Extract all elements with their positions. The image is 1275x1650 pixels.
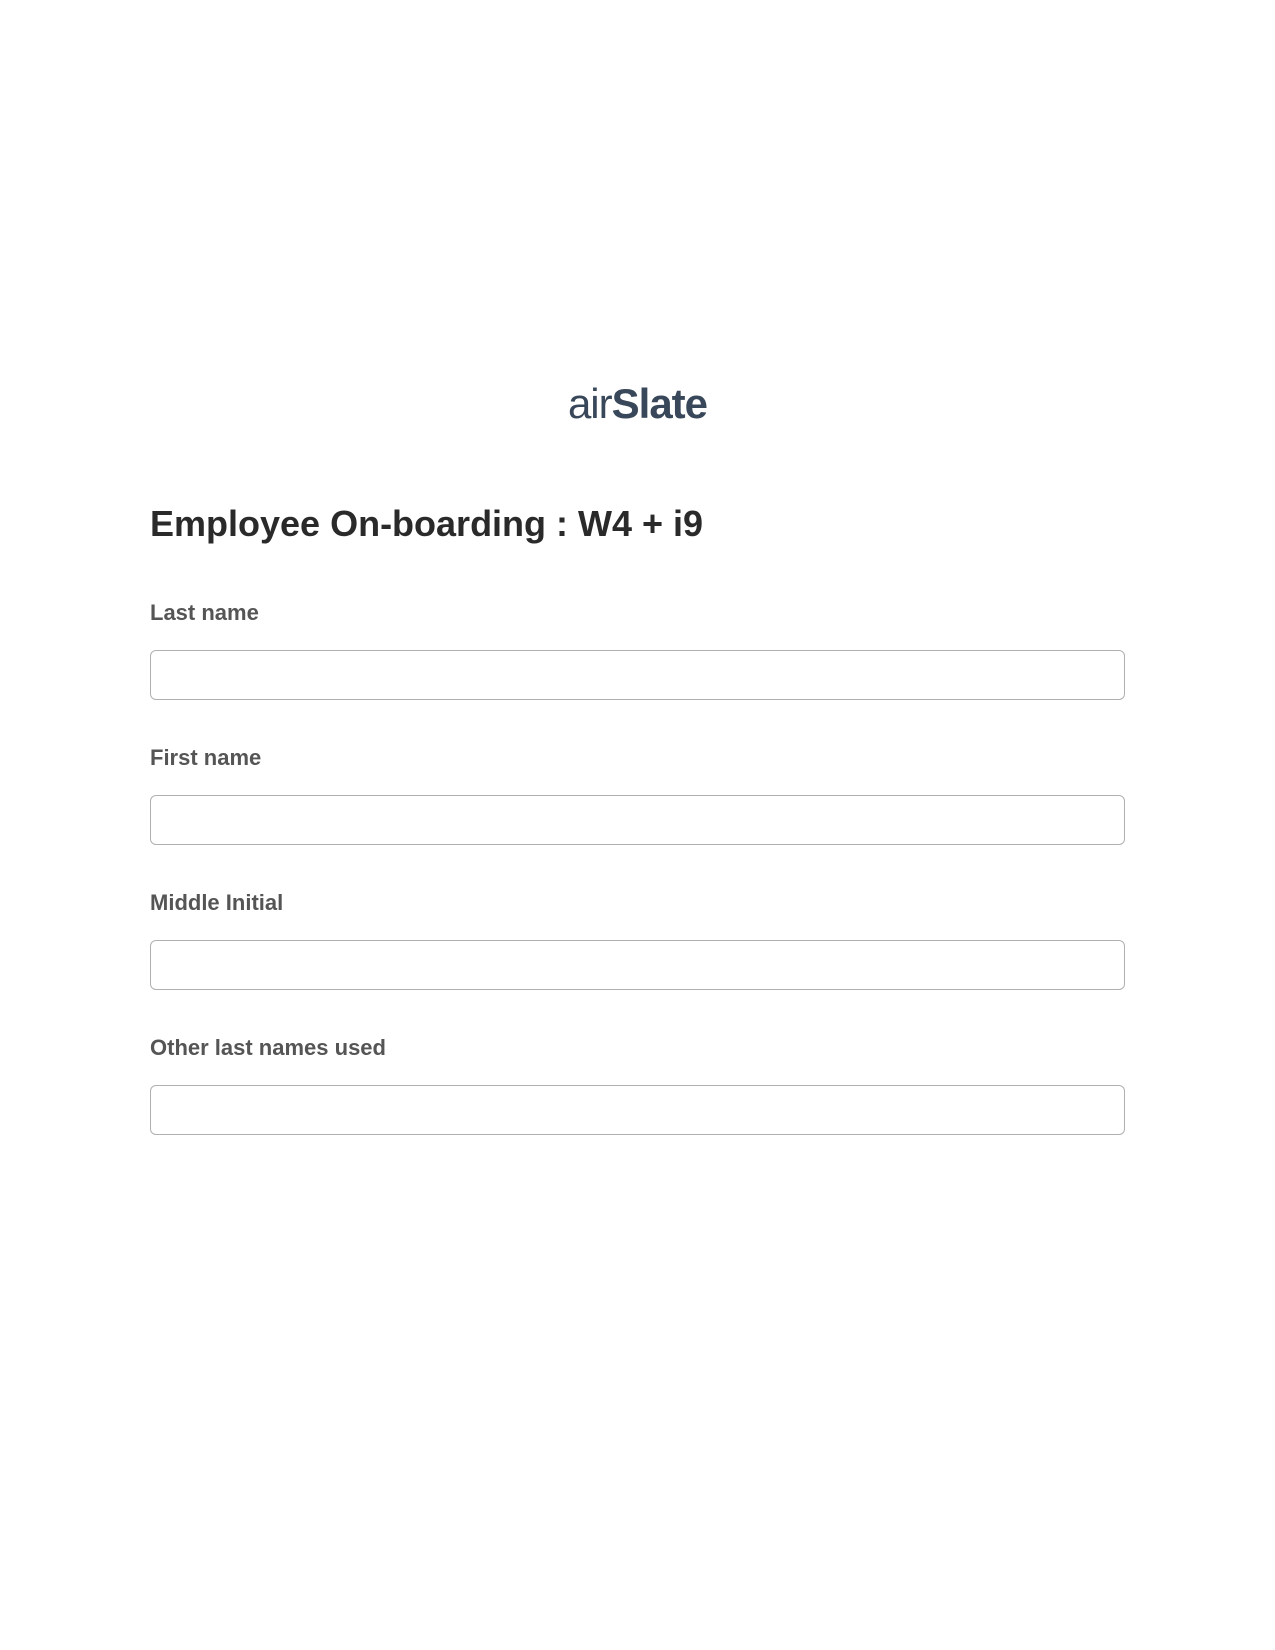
label-last-name: Last name [150, 600, 1125, 626]
form-group-first-name: First name [150, 745, 1125, 845]
logo-air-text: air [568, 380, 612, 427]
logo-slate-text: Slate [612, 380, 707, 427]
label-middle-initial: Middle Initial [150, 890, 1125, 916]
logo: airSlate [150, 380, 1125, 428]
label-first-name: First name [150, 745, 1125, 771]
form-title: Employee On-boarding : W4 + i9 [150, 503, 1125, 545]
form-group-middle-initial: Middle Initial [150, 890, 1125, 990]
input-other-last-names[interactable] [150, 1085, 1125, 1135]
form-group-other-last-names: Other last names used [150, 1035, 1125, 1135]
form-group-last-name: Last name [150, 600, 1125, 700]
input-last-name[interactable] [150, 650, 1125, 700]
label-other-last-names: Other last names used [150, 1035, 1125, 1061]
logo-text: airSlate [568, 380, 707, 428]
form-container: airSlate Employee On-boarding : W4 + i9 … [150, 380, 1125, 1180]
input-middle-initial[interactable] [150, 940, 1125, 990]
input-first-name[interactable] [150, 795, 1125, 845]
